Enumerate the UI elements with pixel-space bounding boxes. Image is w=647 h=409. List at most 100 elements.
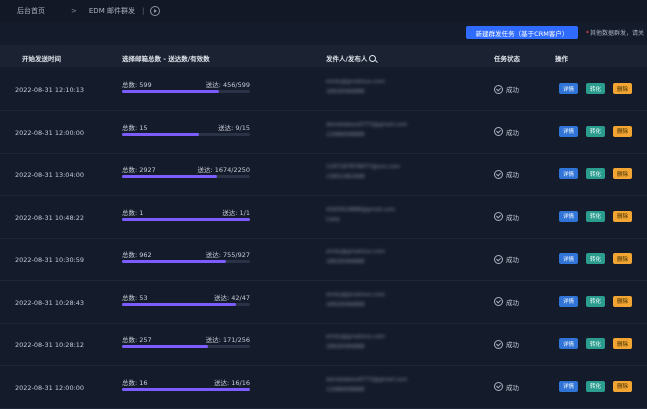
convert-button[interactable]: 转化 [586, 210, 605, 222]
convert-button[interactable]: 转化 [586, 168, 605, 179]
search-icon[interactable] [369, 55, 377, 62]
delivery-progress-bar [122, 260, 250, 263]
detail-button[interactable]: 详情 [559, 168, 578, 179]
start-time: 2022-08-31 10:28:43 [15, 298, 85, 307]
tip-label: 其他数据群发，请关 [590, 30, 645, 37]
sender-phone: 13651461698 [326, 174, 365, 180]
tip-star: * [586, 30, 589, 37]
check-circle-icon [494, 382, 503, 391]
table-header: 开始发送时间 选择邮箱总数 - 送达数/有效数 发件人/发布人 任务状态 操作 [0, 45, 647, 67]
check-circle-icon [494, 127, 503, 136]
status-label: 成功 [506, 298, 519, 307]
task-status: 成功 [494, 254, 519, 264]
sender-email: danielabeso0773@gmail.com [326, 376, 408, 383]
task-status: 成功 [494, 84, 519, 94]
detail-button[interactable]: 详情 [559, 210, 578, 222]
convert-button[interactable]: 转化 [586, 253, 605, 264]
new-task-button[interactable]: 新建群发任务（基于CRM客户） [466, 26, 578, 39]
detail-button[interactable]: 详情 [559, 295, 578, 307]
sender-info: danielabeso0773@gmail.com 12986698888 [326, 120, 426, 140]
delivered-count: 送达: 1674/2250 [197, 166, 250, 174]
detail-button[interactable]: 详情 [559, 380, 578, 392]
check-circle-icon [494, 254, 503, 264]
task-status: 成功 [494, 169, 519, 179]
delivery-progress-bar [122, 217, 250, 221]
sender-info: danielabeso0773@gmail.com 12986698888 [326, 375, 426, 395]
convert-button[interactable]: 转化 [586, 338, 605, 349]
start-time: 2022-08-31 13:04:00 [15, 171, 85, 179]
delete-button[interactable]: 删除 [613, 168, 632, 179]
total-count: 总数: 257 [122, 336, 152, 344]
sender-phone: 12986698888 [326, 386, 365, 393]
delivery-progress-fill [122, 345, 208, 348]
delivered-count: 送达: 171/256 [205, 336, 250, 344]
delivered-count: 送达: 9/15 [218, 123, 250, 132]
delete-button[interactable]: 删除 [613, 380, 632, 392]
delete-button[interactable]: 删除 [613, 83, 632, 94]
delete-button[interactable]: 删除 [613, 338, 632, 349]
start-time: 2022-08-31 10:48:22 [15, 213, 85, 222]
convert-button[interactable]: 转化 [586, 83, 605, 94]
breadcrumb-home[interactable]: 后台首页 [17, 6, 45, 16]
delivery-progress-bar [122, 302, 250, 306]
sender-info: emily@gmailxxx.com 18928366888 [326, 77, 426, 97]
sender-phone: Celia [326, 216, 340, 223]
delivery-progress-bar [122, 175, 250, 178]
convert-button[interactable]: 转化 [586, 125, 605, 137]
table-row: 2022-08-31 12:00:00 总数: 15 送达: 9/15 daniela… [0, 111, 647, 154]
status-label: 成功 [506, 86, 519, 94]
convert-button[interactable]: 转化 [586, 380, 605, 392]
sender-phone: 18928366888 [326, 259, 365, 265]
sender-info: 1187187876877@xxx.com 13651461698 [326, 162, 426, 182]
total-count: 总数: 962 [122, 251, 152, 259]
breadcrumb-separator: > [71, 7, 77, 15]
delete-button[interactable]: 删除 [613, 210, 632, 222]
play-icon[interactable] [150, 6, 161, 16]
delete-button[interactable]: 删除 [613, 253, 632, 264]
check-circle-icon [494, 169, 503, 179]
convert-button[interactable]: 转化 [586, 295, 605, 307]
total-count: 总数: 2927 [122, 166, 156, 174]
total-count: 总数: 15 [122, 123, 148, 132]
delivery-progress-bar [122, 345, 250, 348]
delivery-progress-bar [122, 387, 250, 391]
table-row: 2022-08-31 10:28:12 总数: 257 送达: 171/256 emi… [0, 323, 647, 366]
total-count: 总数: 53 [122, 293, 148, 302]
column-start-time: 开始发送时间 [22, 55, 61, 63]
start-time: 2022-08-31 12:10:13 [15, 86, 85, 94]
breadcrumb-divider: | [141, 7, 145, 15]
sender-email: emily@gmailxxx.com [326, 249, 386, 255]
detail-button[interactable]: 详情 [559, 83, 578, 94]
sender-email: emily@gmailxxx.com [326, 79, 386, 85]
tip-text: *其他数据群发，请关 [586, 28, 644, 37]
delivered-count: 送达: 42/47 [214, 293, 250, 302]
delivered-count: 送达: 456/599 [205, 81, 250, 89]
sender-email: emily@gmailxxx.com [326, 334, 386, 340]
delete-button[interactable]: 删除 [613, 125, 632, 137]
column-sender[interactable]: 发件人/发布人 [326, 53, 377, 63]
detail-button[interactable]: 详情 [559, 253, 578, 264]
task-status: 成功 [494, 339, 519, 349]
column-delivery: 选择邮箱总数 - 送达数/有效数 [122, 55, 210, 63]
delivery-progress-fill [122, 175, 217, 178]
check-circle-icon [494, 84, 503, 94]
total-count: 总数: 16 [122, 378, 148, 387]
delivery-progress-fill [122, 90, 220, 93]
detail-button[interactable]: 详情 [559, 125, 578, 137]
sender-email: 4183914888@gmail.com [326, 206, 396, 213]
column-sender-label: 发件人/发布人 [326, 55, 368, 63]
delete-button[interactable]: 删除 [613, 295, 632, 307]
task-status: 成功 [494, 297, 519, 307]
sender-phone: 18928366888 [326, 344, 365, 350]
check-circle-icon [494, 212, 503, 221]
status-label: 成功 [506, 256, 519, 264]
sender-email: emily@gmailxxx.com [326, 291, 386, 298]
detail-button[interactable]: 详情 [559, 338, 578, 349]
delivery-progress-fill [122, 260, 226, 263]
breadcrumb-current: EDM 邮件群发 [88, 7, 135, 15]
status-label: 成功 [506, 383, 519, 392]
task-status: 成功 [494, 382, 519, 392]
sender-phone: 12986698888 [326, 131, 365, 138]
sender-phone: 18928366888 [326, 89, 365, 95]
sender-info: emily@gmailxxx.com 18928366888 [326, 332, 426, 352]
